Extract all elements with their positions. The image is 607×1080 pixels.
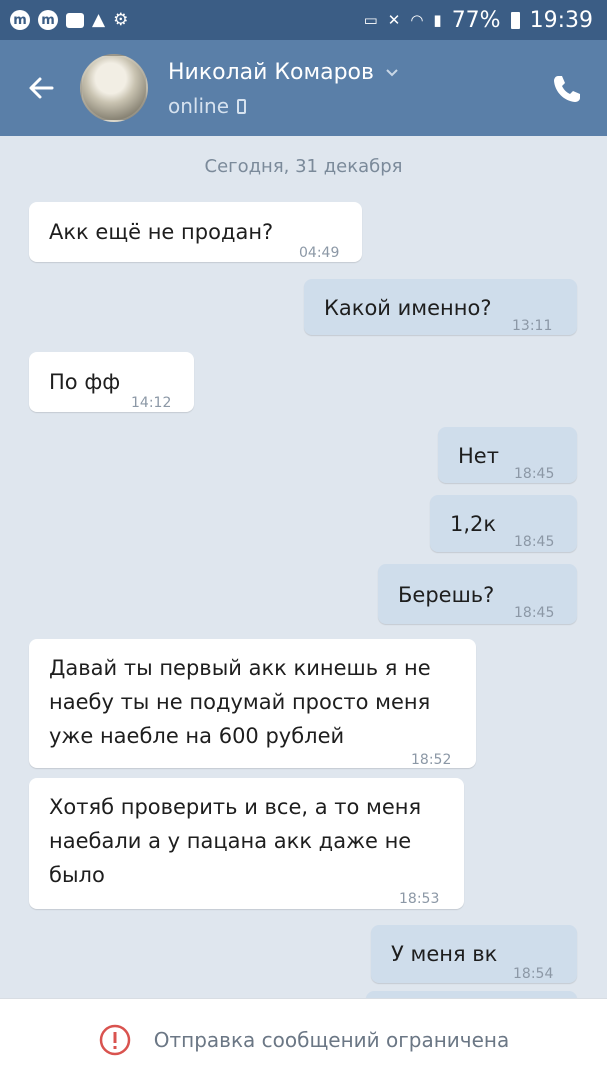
message-incoming[interactable]: По фф 14:12	[29, 352, 194, 412]
message-time: 18:53	[399, 891, 440, 907]
message-text: По фф	[49, 370, 121, 394]
contact-name-row[interactable]: Николай Комаров	[168, 60, 400, 85]
battery-icon	[510, 11, 520, 29]
status-bar-notifications: m m ▲ ⚙	[10, 10, 128, 30]
date-separator: Сегодня, 31 декабря	[204, 156, 403, 177]
message-time: 14:12	[131, 395, 172, 411]
contact-avatar[interactable]	[80, 54, 148, 122]
chat-header: Николай Комаров online	[0, 40, 607, 136]
signal-icon: ▮	[433, 11, 442, 29]
status-bar: m m ▲ ⚙ ▭ ✕ ◠ ▮ 77% 19:39	[0, 0, 607, 40]
mobile-icon	[237, 98, 247, 114]
youtube-icon	[66, 12, 84, 28]
messenger-icon: m	[10, 10, 30, 30]
message-time: 18:52	[411, 752, 452, 768]
warning-icon: ▲	[92, 10, 106, 30]
message-text: Нет	[458, 444, 499, 468]
message-time: 18:54	[513, 966, 554, 982]
message-text: Берешь?	[398, 583, 495, 607]
clock: 19:39	[529, 7, 593, 33]
message-outgoing[interactable]: У меня вк 18:54	[371, 925, 577, 983]
back-arrow-icon[interactable]	[22, 68, 62, 108]
message-text: 1,2к	[450, 512, 497, 536]
mute-icon: ✕	[387, 11, 401, 29]
message-incoming[interactable]: Хотяб проверить и все, а то меня наебали…	[29, 778, 464, 909]
message-outgoing[interactable]: 1,2к 18:45	[430, 495, 577, 552]
message-outgoing[interactable]: Берешь? 18:45	[378, 564, 577, 624]
exclamation-icon	[99, 1024, 130, 1055]
messenger-icon: m	[38, 10, 58, 30]
restriction-text: Отправка сообщений ограничена	[153, 1027, 510, 1052]
messaging-restricted-bar: Отправка сообщений ограничена	[0, 998, 607, 1080]
settings-icon: ⚙	[113, 10, 129, 30]
contact-status-row: online	[168, 94, 247, 118]
message-text: Давай ты первый акк кинешь я не наебу ты…	[49, 656, 431, 748]
message-time: 13:11	[512, 318, 553, 334]
message-incoming[interactable]: Давай ты первый акк кинешь я не наебу ты…	[29, 639, 476, 768]
battery-level: 77%	[451, 7, 501, 33]
message-time: 18:45	[514, 605, 555, 621]
phone-call-icon[interactable]	[548, 70, 586, 108]
chevron-down-icon	[386, 68, 398, 76]
message-incoming[interactable]: Акк ещё не продан? 04:49	[29, 202, 362, 262]
message-outgoing[interactable]: Какой именно? 13:11	[304, 279, 577, 335]
contact-name: Николай Комаров	[168, 60, 374, 85]
status-bar-system: ▭ ✕ ◠ ▮ 77% 19:39	[364, 8, 593, 33]
wifi-icon: ◠	[410, 11, 424, 29]
message-time: 18:45	[514, 534, 555, 550]
message-outgoing[interactable]: Нет 18:45	[438, 427, 577, 483]
contact-status: online	[168, 94, 230, 118]
message-time: 18:45	[514, 466, 555, 482]
cast-icon: ▭	[363, 11, 378, 29]
message-text: Какой именно?	[324, 296, 492, 320]
message-text: У меня вк	[391, 942, 498, 966]
message-text: Акк ещё не продан?	[49, 220, 274, 244]
message-time: 04:49	[299, 245, 340, 261]
message-text: Хотяб проверить и все, а то меня наебали…	[49, 795, 422, 887]
